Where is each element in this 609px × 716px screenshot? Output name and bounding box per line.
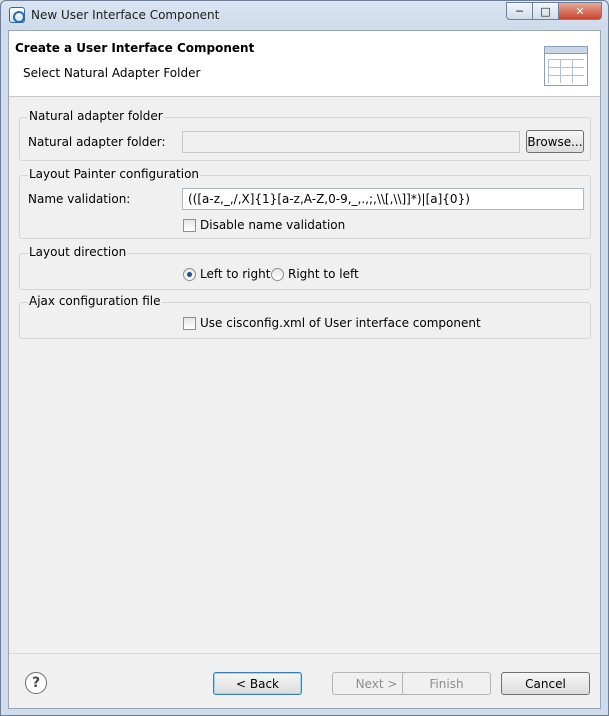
wizard-client-area: Create a User Interface Component Select…: [8, 30, 601, 709]
wizard-banner-icon: [544, 46, 588, 86]
adapter-folder-group-title: Natural adapter folder: [28, 109, 164, 123]
back-button[interactable]: < Back: [213, 672, 302, 695]
window-title: New User Interface Component: [31, 8, 220, 22]
wizard-banner: Create a User Interface Component Select…: [9, 31, 600, 97]
left-to-right-radio[interactable]: [183, 268, 196, 281]
name-validation-label: Name validation:: [28, 192, 131, 206]
help-icon[interactable]: ?: [25, 672, 47, 694]
use-cisconfig-checkbox[interactable]: [183, 317, 196, 330]
name-validation-input[interactable]: (([a-z,_,/,X]{1}[a-z,A-Z,0-9,_,.,;,\\[,\…: [182, 188, 584, 210]
layout-painter-group-title: Layout Painter configuration: [28, 167, 201, 181]
left-to-right-label[interactable]: Left to right: [200, 267, 270, 281]
app-icon: [9, 7, 25, 23]
footer-separator: [9, 653, 600, 654]
right-to-left-radio[interactable]: [271, 268, 284, 281]
layout-direction-group: Layout direction Left to right Right to …: [19, 245, 591, 290]
browse-button[interactable]: Browse...: [526, 130, 584, 153]
maximize-button[interactable]: □: [532, 2, 558, 20]
maximize-icon: □: [540, 4, 551, 18]
layout-painter-group: Layout Painter configuration Name valida…: [19, 167, 591, 239]
ajax-config-group: Ajax configuration file Use cisconfig.xm…: [19, 294, 591, 339]
disable-validation-checkbox[interactable]: [183, 219, 196, 232]
title-bar[interactable]: New User Interface Component ─ □ ✕: [1, 1, 608, 29]
minimize-icon: ─: [516, 4, 523, 18]
layout-direction-group-title: Layout direction: [28, 245, 128, 259]
window-controls: ─ □ ✕: [506, 2, 602, 20]
finish-button[interactable]: Finish: [402, 672, 491, 695]
close-icon: ✕: [575, 4, 585, 18]
banner-title: Create a User Interface Component: [15, 41, 255, 55]
cancel-button[interactable]: Cancel: [501, 672, 590, 695]
dialog-window: New User Interface Component ─ □ ✕ Creat…: [0, 0, 609, 716]
ajax-config-group-title: Ajax configuration file: [28, 294, 162, 308]
adapter-folder-input[interactable]: [182, 131, 520, 153]
banner-subtitle: Select Natural Adapter Folder: [23, 66, 201, 80]
minimize-button[interactable]: ─: [506, 2, 532, 20]
adapter-folder-group: Natural adapter folder Natural adapter f…: [19, 109, 591, 161]
use-cisconfig-label[interactable]: Use cisconfig.xml of User interface comp…: [200, 316, 481, 330]
disable-validation-label[interactable]: Disable name validation: [200, 218, 345, 232]
adapter-folder-label: Natural adapter folder:: [28, 135, 166, 149]
right-to-left-label[interactable]: Right to left: [288, 267, 359, 281]
close-button[interactable]: ✕: [558, 2, 602, 20]
